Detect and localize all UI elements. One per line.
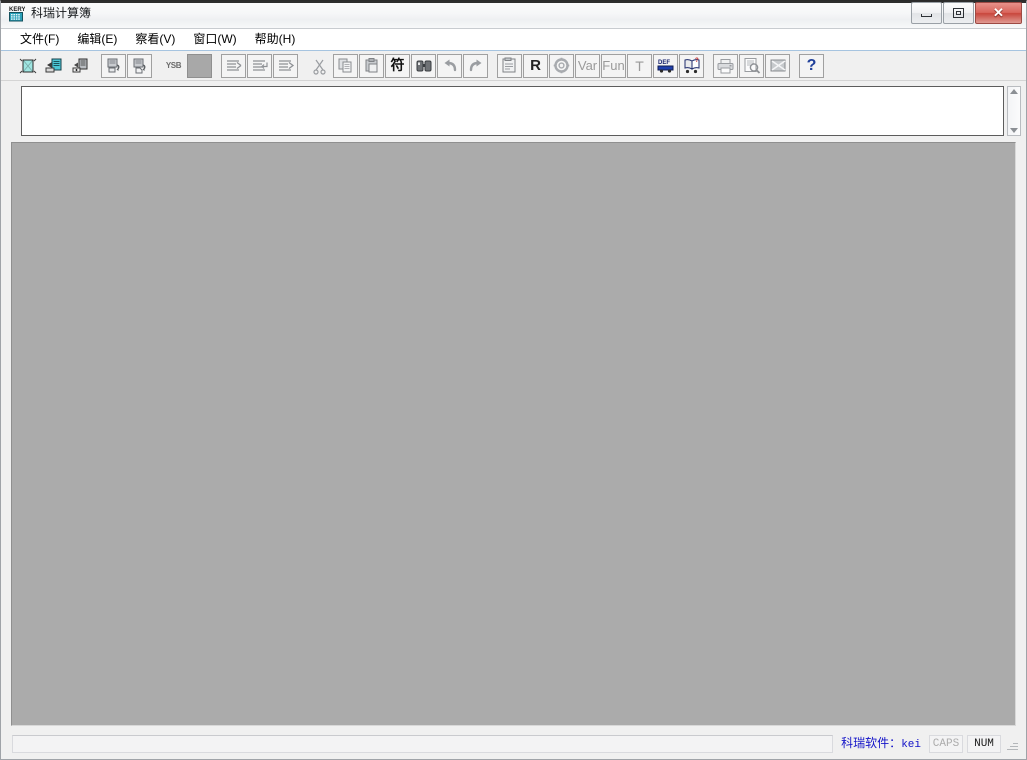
maximize-icon <box>953 8 964 18</box>
mdi-client-area[interactable] <box>11 142 1016 726</box>
cut-button[interactable] <box>307 54 332 78</box>
menu-window[interactable]: 窗口(W) <box>184 30 245 49</box>
scroll-down-icon[interactable] <box>1010 128 1018 133</box>
book-question-icon: ? <box>682 57 702 74</box>
resize-grip[interactable] <box>1005 736 1019 752</box>
svg-text:?: ? <box>695 58 699 64</box>
paste-button[interactable] <box>359 54 384 78</box>
editor-scrollbar[interactable] <box>1007 86 1021 136</box>
app-window: KERY <box>0 0 1027 760</box>
save-document-button[interactable] <box>101 54 126 78</box>
window-controls: ✕ <box>910 2 1022 24</box>
indent-left-icon <box>225 58 243 74</box>
menubar: 文件(F) 编辑(E) 察看(V) 窗口(W) 帮助(H) <box>1 29 1026 51</box>
help-book-button[interactable]: ? <box>679 54 704 78</box>
save-as-button[interactable] <box>127 54 152 78</box>
paste-icon <box>363 57 381 74</box>
status-brand: 科瑞软件：kei <box>833 735 925 753</box>
indent-left-button[interactable] <box>221 54 246 78</box>
calculator-grid-icon: KERY <box>8 5 25 22</box>
save-disk-icon <box>105 57 123 75</box>
undo-arrow-icon <box>441 58 459 74</box>
ysb-button[interactable]: YSB <box>161 54 186 78</box>
close-button[interactable]: ✕ <box>975 2 1022 24</box>
indent-wrap-button[interactable] <box>247 54 272 78</box>
open-folder-icon <box>44 56 64 76</box>
print-preview-button[interactable] <box>739 54 764 78</box>
menu-edit[interactable]: 编辑(E) <box>68 30 126 49</box>
status-message <box>12 735 833 753</box>
define-button[interactable]: DEF <box>653 54 678 78</box>
gear-icon <box>553 57 570 74</box>
formula-input[interactable] <box>21 86 1004 136</box>
block-button[interactable] <box>187 54 212 78</box>
window-title: 科瑞计算簿 <box>31 5 91 22</box>
indent-wrap-icon <box>251 58 269 74</box>
brand-label: 科瑞软件： <box>841 736 901 750</box>
menu-help[interactable]: 帮助(H) <box>246 30 305 49</box>
menu-file[interactable]: 文件(F) <box>11 30 68 49</box>
text-button[interactable]: T <box>627 54 652 78</box>
scissors-icon <box>312 57 328 75</box>
export-image-button[interactable] <box>765 54 790 78</box>
menu-view[interactable]: 察看(V) <box>126 30 184 49</box>
settings-button[interactable] <box>549 54 574 78</box>
new-document-button[interactable] <box>15 54 40 78</box>
text-t-icon: T <box>635 59 644 73</box>
indent-right-icon <box>277 58 295 74</box>
variable-button[interactable]: Var <box>575 54 600 78</box>
symbol-button[interactable]: 符 <box>385 54 410 78</box>
copy-icon <box>337 57 355 74</box>
find-button[interactable] <box>411 54 436 78</box>
def-book-icon: DEF <box>656 57 676 74</box>
copy-button[interactable] <box>333 54 358 78</box>
symbol-icon: 符 <box>391 59 405 73</box>
undo-button[interactable] <box>437 54 462 78</box>
redo-button[interactable] <box>463 54 488 78</box>
image-x-icon <box>769 58 787 73</box>
minimize-button[interactable] <box>911 2 942 24</box>
svg-text:DEF: DEF <box>658 60 670 66</box>
scroll-up-icon[interactable] <box>1010 89 1018 94</box>
save-as-icon <box>131 57 149 75</box>
print-button[interactable] <box>713 54 738 78</box>
new-document-icon <box>18 56 38 76</box>
indent-right-button[interactable] <box>273 54 298 78</box>
print-preview-icon <box>743 57 761 74</box>
caps-indicator: CAPS <box>929 735 963 753</box>
brand-value: kei <box>901 739 921 751</box>
clipboard-icon <box>501 57 519 74</box>
question-mark-icon: ? <box>807 59 817 73</box>
var-label-icon: Var <box>578 59 597 73</box>
redo-arrow-icon <box>467 58 485 74</box>
titlebar-left: KERY <box>8 5 91 22</box>
properties-button[interactable] <box>497 54 522 78</box>
function-button[interactable]: Fun <box>601 54 626 78</box>
maximize-button[interactable] <box>943 2 974 24</box>
open-document-button[interactable] <box>41 54 66 78</box>
toolbar: YSB <box>1 51 1026 81</box>
about-help-button[interactable]: ? <box>799 54 824 78</box>
statusbar: 科瑞软件：kei CAPS NUM <box>2 730 1025 758</box>
minimize-icon <box>921 14 932 17</box>
binoculars-icon <box>415 58 433 74</box>
printer-icon <box>716 58 735 74</box>
add-page-icon <box>70 56 90 76</box>
close-icon: ✕ <box>976 5 1021 20</box>
r-button[interactable]: R <box>523 54 548 78</box>
add-document-button[interactable] <box>67 54 92 78</box>
editor-panel <box>1 81 1026 139</box>
r-letter-icon: R <box>530 59 541 73</box>
ysb-label-icon: YSB <box>166 61 181 70</box>
fun-label-icon: Fun <box>602 59 624 73</box>
num-indicator: NUM <box>967 735 1001 753</box>
titlebar: KERY <box>1 1 1026 29</box>
